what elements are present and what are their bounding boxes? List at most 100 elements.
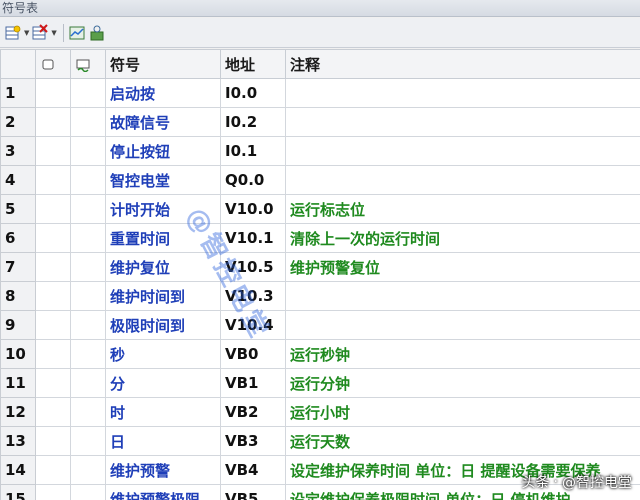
overlap-column-header[interactable]: [35, 49, 71, 79]
symbol-cell[interactable]: 日: [105, 426, 221, 456]
address-column-header[interactable]: 地址: [220, 49, 286, 79]
table-row[interactable]: 8 维护时间到 V10.3: [0, 281, 640, 311]
symbol-cell[interactable]: 维护预警: [105, 455, 221, 485]
table-row[interactable]: 13 日 VB3 运行天数: [0, 426, 640, 456]
table-row[interactable]: 1 启动按 I0.0: [0, 78, 640, 108]
symbol-cell[interactable]: 秒: [105, 339, 221, 369]
comment-cell[interactable]: [285, 136, 640, 166]
unused-cell: [70, 252, 106, 282]
table-row[interactable]: 2 故障信号 I0.2: [0, 107, 640, 137]
comment-cell[interactable]: [285, 281, 640, 311]
comment-cell[interactable]: [285, 165, 640, 195]
unused-cell: [70, 165, 106, 195]
comment-cell[interactable]: 运行标志位: [285, 194, 640, 224]
insert-row-button[interactable]: ▼: [4, 24, 29, 42]
symbol-cell[interactable]: 计时开始: [105, 194, 221, 224]
symbol-cell[interactable]: 故障信号: [105, 107, 221, 137]
row-number-cell: 8: [0, 281, 36, 311]
symbol-cell[interactable]: 停止按钮: [105, 136, 221, 166]
comment-cell[interactable]: 运行天数: [285, 426, 640, 456]
comment-cell[interactable]: [285, 107, 640, 137]
unused-cell: [70, 223, 106, 253]
table-row[interactable]: 6 重置时间 V10.1 清除上一次的运行时间: [0, 223, 640, 253]
chevron-down-icon[interactable]: ▼: [24, 29, 29, 37]
symbol-column-header[interactable]: 符号: [105, 49, 221, 79]
table-row[interactable]: 4 智控电堂 Q0.0: [0, 165, 640, 195]
address-cell[interactable]: VB4: [220, 455, 286, 485]
properties-icon: [90, 25, 104, 40]
delete-row-button[interactable]: ▼: [31, 23, 57, 42]
unused-cell: [70, 368, 106, 398]
symbol-cell[interactable]: 分: [105, 368, 221, 398]
address-cell[interactable]: V10.1: [220, 223, 286, 253]
row-number-cell: 11: [0, 368, 36, 398]
symbol-cell[interactable]: 极限时间到: [105, 310, 221, 340]
row-number-cell: 2: [0, 107, 36, 137]
table-row[interactable]: 9 极限时间到 V10.4: [0, 310, 640, 340]
unused-cell: [70, 397, 106, 427]
symbol-table: 符号 地址 注释 1 启动按 I0.0 2 故障信号 I0.2 3 停止按钮 I0.1 4 智控电堂…: [0, 49, 640, 500]
comment-cell[interactable]: 维护预警复位: [285, 252, 640, 282]
address-cell[interactable]: VB0: [220, 339, 286, 369]
table-row[interactable]: 10 秒 VB0 运行秒钟: [0, 339, 640, 369]
symbol-cell[interactable]: 重置时间: [105, 223, 221, 253]
table-row[interactable]: 11 分 VB1 运行分钟: [0, 368, 640, 398]
comment-cell[interactable]: [285, 310, 640, 340]
address-cell[interactable]: V10.3: [220, 281, 286, 311]
overlap-cell: [35, 339, 71, 369]
row-number-cell: 3: [0, 136, 36, 166]
delete-row-icon: [32, 23, 49, 39]
row-number-cell: 13: [0, 426, 36, 456]
comment-cell[interactable]: [285, 78, 640, 108]
comment-cell[interactable]: 运行秒钟: [285, 339, 640, 369]
overlap-icon: [42, 59, 54, 69]
row-number-header: [0, 49, 36, 79]
unused-cell: [70, 194, 106, 224]
comment-cell[interactable]: 运行小时: [285, 397, 640, 427]
address-cell[interactable]: Q0.0: [220, 165, 286, 195]
symbol-cell[interactable]: 维护时间到: [105, 281, 221, 311]
table-header: 符号 地址 注释: [0, 49, 640, 79]
address-cell[interactable]: I0.1: [220, 136, 286, 166]
window-title: 符号表: [0, 0, 640, 17]
symbol-cell[interactable]: 时: [105, 397, 221, 427]
address-cell[interactable]: V10.0: [220, 194, 286, 224]
address-cell[interactable]: I0.0: [220, 78, 286, 108]
address-cell[interactable]: VB1: [220, 368, 286, 398]
overlap-cell: [35, 136, 71, 166]
address-cell[interactable]: V10.5: [220, 252, 286, 282]
address-cell[interactable]: I0.2: [220, 107, 286, 137]
table-row[interactable]: 12 时 VB2 运行小时: [0, 397, 640, 427]
table-row[interactable]: 7 维护复位 V10.5 维护预警复位: [0, 252, 640, 282]
symbol-cell[interactable]: 维护预警极限: [105, 484, 221, 500]
chevron-down-icon[interactable]: ▼: [51, 29, 56, 37]
corner-handle: @智控电堂: [562, 475, 632, 491]
overlap-cell: [35, 165, 71, 195]
symbol-cell[interactable]: 智控电堂: [105, 165, 221, 195]
overlap-cell: [35, 397, 71, 427]
row-number-cell: 1: [0, 78, 36, 108]
overlap-cell: [35, 455, 71, 485]
row-number-cell: 4: [0, 165, 36, 195]
unused-column-header[interactable]: [70, 49, 106, 79]
comment-column-header[interactable]: 注释: [285, 49, 640, 79]
comment-cell[interactable]: 清除上一次的运行时间: [285, 223, 640, 253]
symbol-cell[interactable]: 维护复位: [105, 252, 221, 282]
overlap-cell: [35, 78, 71, 108]
address-cell[interactable]: V10.4: [220, 310, 286, 340]
address-cell[interactable]: VB5: [220, 484, 286, 500]
table-row[interactable]: 3 停止按钮 I0.1: [0, 136, 640, 166]
toolbar: ▼ ▼: [0, 18, 640, 48]
comment-cell[interactable]: 运行分钟: [285, 368, 640, 398]
properties-button[interactable]: [88, 24, 106, 42]
row-number-cell: 9: [0, 310, 36, 340]
unused-cell: [70, 107, 106, 137]
unused-cell: [70, 78, 106, 108]
address-cell[interactable]: VB2: [220, 397, 286, 427]
toggle-view-button[interactable]: [68, 24, 86, 42]
overlap-cell: [35, 426, 71, 456]
table-row[interactable]: 5 计时开始 V10.0 运行标志位: [0, 194, 640, 224]
address-cell[interactable]: VB3: [220, 426, 286, 456]
unused-cell: [70, 281, 106, 311]
symbol-cell[interactable]: 启动按: [105, 78, 221, 108]
